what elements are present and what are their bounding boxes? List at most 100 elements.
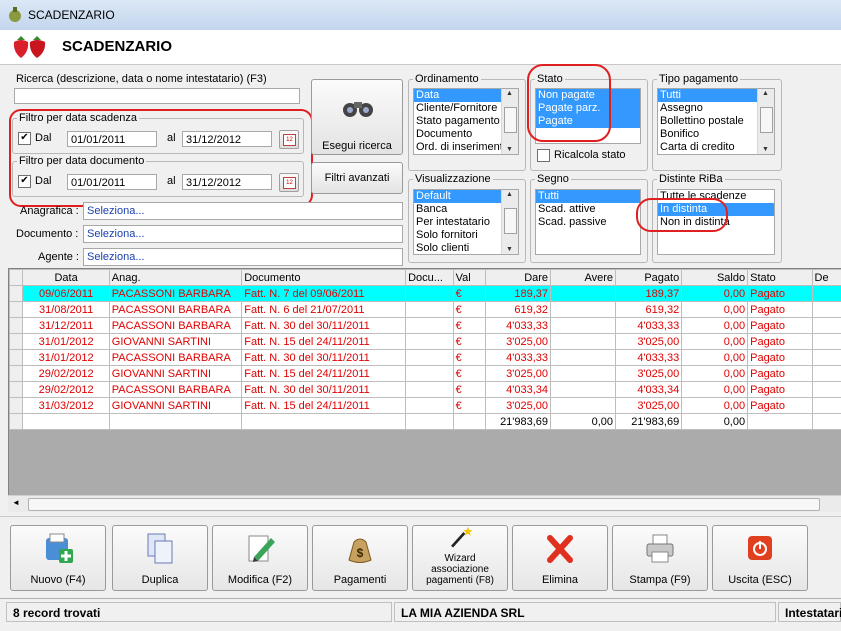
filter-documento-checkbox[interactable]: ✔ <box>18 175 31 188</box>
column-header[interactable]: Docu... <box>406 270 454 286</box>
stato-item[interactable]: Pagate <box>536 115 640 128</box>
column-header[interactable]: Dare <box>485 270 550 286</box>
toolbar-button-new-document[interactable]: Nuovo (F4) <box>10 525 106 591</box>
scrollbar[interactable]: ▲▼ <box>501 190 518 254</box>
segno-item[interactable]: Tutti <box>536 190 640 203</box>
table-cell: 31/12/2011 <box>23 318 109 334</box>
column-header[interactable]: Documento <box>242 270 406 286</box>
documento-selector[interactable]: Seleziona... <box>83 225 403 243</box>
table-cell <box>406 286 454 302</box>
visualizzazione-list[interactable]: DefaultBancaPer intestatarioSolo fornito… <box>413 189 519 255</box>
table-cell: 21'983,69 <box>485 414 550 430</box>
table-row[interactable]: 31/01/2012GIOVANNI SARTINIFatt. N. 15 de… <box>10 334 841 350</box>
tipo-pagamento-legend: Tipo pagamento <box>657 73 740 85</box>
advanced-filters-label: Filtri avanzati <box>325 172 390 184</box>
toolbar-button-delete-x[interactable]: Elimina <box>512 525 608 591</box>
recalc-label: Ricalcola stato <box>554 149 626 161</box>
filter-scadenza-checkbox[interactable]: ✔ <box>18 132 31 145</box>
ordinamento-list[interactable]: DataCliente/FornitoreStato pagamentoDocu… <box>413 88 519 155</box>
calendar-icon[interactable]: 12 <box>279 173 299 192</box>
table-row[interactable]: 31/08/2011PACASSONI BARBARAFatt. N. 6 de… <box>10 302 841 318</box>
table-cell: 3'025,00 <box>485 334 550 350</box>
column-header[interactable]: Stato <box>748 270 812 286</box>
table-cell <box>551 318 616 334</box>
table-cell <box>551 286 616 302</box>
table-cell: PACASSONI BARBARA <box>109 318 241 334</box>
table-row[interactable]: 29/02/2012GIOVANNI SARTINIFatt. N. 15 de… <box>10 366 841 382</box>
table-cell: 09/06/2011 <box>23 286 109 302</box>
row-indicator[interactable] <box>10 318 23 334</box>
table-cell: Fatt. N. 7 del 09/06/2011 <box>242 286 406 302</box>
toolbar-button-edit[interactable]: Modifica (F2) <box>212 525 308 591</box>
recalc-checkbox[interactable] <box>537 149 550 162</box>
row-indicator[interactable] <box>10 398 23 414</box>
toolbar-button-duplicate[interactable]: Duplica <box>112 525 208 591</box>
app-icon <box>8 6 22 22</box>
table-cell: PACASSONI BARBARA <box>109 382 241 398</box>
toolbar-button-printer[interactable]: Stampa (F9) <box>612 525 708 591</box>
table-row[interactable]: 29/02/2012PACASSONI BARBARAFatt. N. 30 d… <box>10 382 841 398</box>
table-cell: 619,32 <box>616 302 682 318</box>
status-company: LA MIA AZIENDA SRL <box>394 602 776 622</box>
toolbar: Nuovo (F4)DuplicaModifica (F2)$Pagamenti… <box>0 516 841 597</box>
table-cell <box>812 414 841 430</box>
row-indicator[interactable] <box>10 334 23 350</box>
anagrafica-selector[interactable]: Seleziona... <box>83 202 403 220</box>
toolbar-button-wizard-wand[interactable]: Wizard associazione pagamenti (F8) <box>412 525 508 591</box>
stato-list[interactable]: Non pagatePagate parz.Pagate <box>535 88 641 144</box>
tipo-pagamento-list[interactable]: TuttiAssegnoBollettino postaleBonificoCa… <box>657 88 775 155</box>
table-row[interactable]: 31/01/2012PACASSONI BARBARAFatt. N. 30 d… <box>10 350 841 366</box>
row-indicator[interactable] <box>10 286 23 302</box>
calendar-icon[interactable]: 12 <box>279 130 299 149</box>
table-cell: PACASSONI BARBARA <box>109 350 241 366</box>
table-row[interactable]: 09/06/2011PACASSONI BARBARAFatt. N. 7 de… <box>10 286 841 302</box>
toolbar-button-money-bag[interactable]: $Pagamenti <box>312 525 408 591</box>
row-indicator[interactable] <box>10 366 23 382</box>
column-header[interactable]: Val <box>453 270 485 286</box>
table-cell <box>551 398 616 414</box>
scadenze-table[interactable]: DataAnag.DocumentoDocu...ValDareAverePag… <box>8 268 841 512</box>
table-row[interactable]: 31/12/2011PACASSONI BARBARAFatt. N. 30 d… <box>10 318 841 334</box>
segno-item[interactable]: Scad. attive <box>536 203 640 216</box>
column-header[interactable]: Avere <box>551 270 616 286</box>
table-row[interactable]: 31/03/2012GIOVANNI SARTINIFatt. N. 15 de… <box>10 398 841 414</box>
stato-item[interactable]: Pagate parz. <box>536 102 640 115</box>
stato-legend: Stato <box>535 73 565 85</box>
segno-item[interactable]: Scad. passive <box>536 216 640 229</box>
distinte-item[interactable]: In distinta <box>658 203 774 216</box>
table-cell: 4'033,33 <box>616 318 682 334</box>
agente-selector[interactable]: Seleziona... <box>83 248 403 266</box>
filter-documento-from-field[interactable]: 01/01/2011 <box>67 174 157 190</box>
filter-scadenza-from-field[interactable]: 01/01/2011 <box>67 131 157 147</box>
scrollbar[interactable]: ▲▼ <box>501 89 518 154</box>
scrollbar[interactable]: ▲▼ <box>757 89 774 154</box>
distinte-item[interactable]: Tutte le scadenze <box>658 190 774 203</box>
stato-item[interactable]: Non pagate <box>536 89 640 102</box>
column-header[interactable]: Anag. <box>109 270 241 286</box>
row-indicator[interactable] <box>10 414 23 430</box>
advanced-filters-button[interactable]: Filtri avanzati <box>311 162 403 194</box>
table-cell <box>406 350 454 366</box>
row-indicator[interactable] <box>10 382 23 398</box>
search-button[interactable]: Esegui ricerca <box>311 79 403 155</box>
filter-scadenza-to-field[interactable]: 31/12/2012 <box>182 131 272 147</box>
totals-row[interactable]: 21'983,690,0021'983,690,00 <box>10 414 841 430</box>
horizontal-scrollbar[interactable]: ◄ <box>8 495 841 512</box>
toolbar-button-exit[interactable]: Uscita (ESC) <box>712 525 808 591</box>
distinte-list[interactable]: Tutte le scadenzeIn distintaNon in disti… <box>657 189 775 255</box>
segno-list[interactable]: TuttiScad. attiveScad. passive <box>535 189 641 255</box>
table-cell: GIOVANNI SARTINI <box>109 366 241 382</box>
row-indicator[interactable] <box>10 302 23 318</box>
table-cell <box>406 302 454 318</box>
filter-documento-to-field[interactable]: 31/12/2012 <box>182 174 272 190</box>
row-indicator[interactable] <box>10 350 23 366</box>
table-cell <box>812 302 841 318</box>
column-header[interactable]: De <box>812 270 841 286</box>
column-header[interactable]: Saldo <box>682 270 748 286</box>
distinte-item[interactable]: Non in distinta <box>658 216 774 229</box>
table-cell: 3'025,00 <box>485 366 550 382</box>
search-input[interactable] <box>14 88 300 104</box>
table-cell <box>812 366 841 382</box>
column-header[interactable]: Data <box>23 270 109 286</box>
column-header[interactable]: Pagato <box>616 270 682 286</box>
